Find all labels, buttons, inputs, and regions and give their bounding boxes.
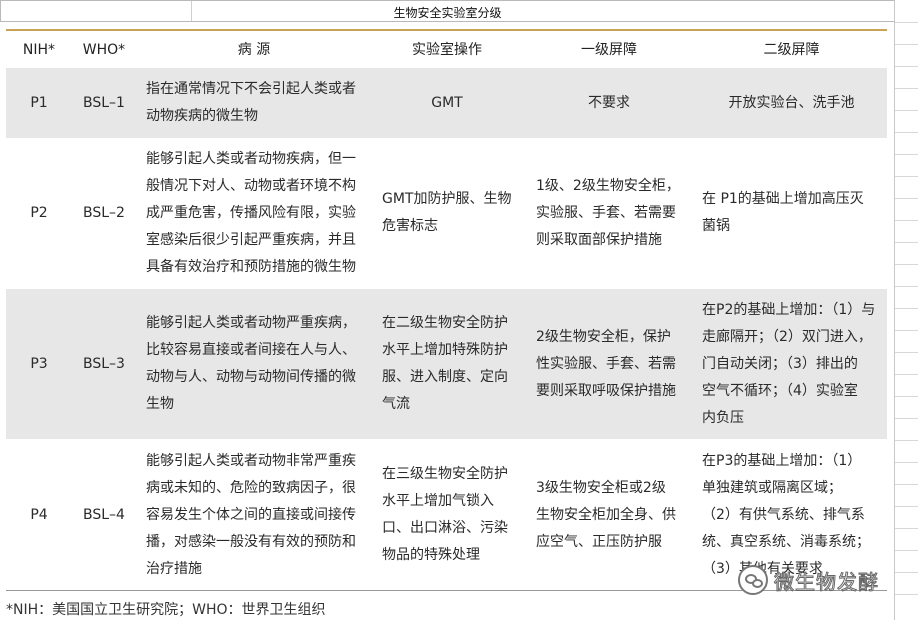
title-bar: 生物安全实验室分级 [0,0,894,22]
grid-line [895,88,918,89]
cell-lab-practice: 在二级生物安全防护 水平上增加特殊防护 服、进入制度、定向 气流 [382,315,508,412]
grid-line [895,242,918,243]
header-secondary-barrier: 二级屏障 [763,41,820,58]
grid-line [895,44,918,45]
grid-line [895,176,918,177]
cell-lab-practice: GMT [431,94,463,111]
cell-lab-practice: GMT加防护服、生物 危害标志 [382,191,512,234]
cell-who: BSL–3 [83,355,125,372]
cell-nih: P2 [30,204,48,221]
header-lab-practice: 实验室操作 [412,41,482,58]
grid-line [895,572,918,573]
table-row: P2 BSL–2 能够引起人类或者动物疾病，但一 般情况下对人、动物或者环境不构… [6,138,887,288]
cell-pathogen: 能够引起人类或者动物严重疾病， 比较容易直接或者间接在人与人、 动物与人、动物与… [146,315,356,412]
cell-primary-barrier: 1级、2级生物安全柜， 实验服、手套、若需要 则采取面部保护措施 [536,177,680,248]
watermark-text: 微生物发酵 [774,569,879,594]
grid-line [895,528,918,529]
table-header-row: NIH* WHO* 病 源 实验室操作 一级屏障 二级屏障 [6,33,887,67]
grid-line [895,550,918,551]
grid-line [895,132,918,133]
footnote: *NIH：美国国立卫生研究院；WHO：世界卫生组织 [6,602,326,618]
cell-who: BSL–4 [83,506,125,523]
header-pathogen: 病 源 [237,41,271,58]
cell-pathogen: 能够引起人类或者动物疾病，但一 般情况下对人、动物或者环境不构 成严重危害，传播… [146,150,356,275]
grid-line [895,264,918,265]
cell-who: BSL–2 [83,204,125,221]
grid-line [895,308,918,309]
header-who: WHO* [82,41,126,58]
grid-line [895,286,918,287]
header-primary-barrier: 一级屏障 [581,41,637,58]
table-row: P1 BSL–1 指在通常情况下不会引起人类或者 动物疾病的微生物 GMT 不要… [6,68,887,138]
grid-line [895,396,918,397]
cell-primary-barrier: 不要求 [588,94,630,111]
grid-line [895,440,918,441]
cell-nih: P1 [30,94,48,111]
spreadsheet-gutter [894,0,918,620]
cell-secondary-barrier: 开放实验台、洗手池 [728,94,855,111]
grid-line [895,110,918,111]
wechat-icon [738,565,768,595]
grid-line [895,220,918,221]
grid-line [895,484,918,485]
cell-primary-barrier: 2级生物安全柜，保护 性实验服、手套、若需 要则采取呼吸保护措施 [536,328,676,399]
grid-line [895,374,918,375]
grid-line [895,330,918,331]
table-row: P3 BSL–3 能够引起人类或者动物严重疾病， 比较容易直接或者间接在人与人、… [6,289,887,439]
grid-line [895,462,918,463]
header-top-rule [6,29,887,31]
grid-line [895,154,918,155]
cell-primary-barrier: 3级生物安全柜或2级 生物安全柜加全身、供 应空气、正压防护服 [536,479,676,550]
grid-line [895,594,918,595]
grid-line [895,352,918,353]
cell-pathogen: 指在通常情况下不会引起人类或者 动物疾病的微生物 [146,81,356,124]
cell-nih: P3 [30,355,48,372]
grid-line [895,66,918,67]
watermark: 微生物发酵 [738,565,879,595]
cell-pathogen: 能够引起人类或者动物非常严重疾 病或未知的、危险的致病因子，很 容易发生个体之间… [146,452,356,577]
cell-lab-practice: 在三级生物安全防护 水平上增加气锁入 口、出口淋浴、污染 物品的特殊处理 [382,466,508,563]
table-caption: 生物安全实验室分级 [393,6,502,20]
cell-secondary-barrier: 在P2的基础上增加：（1）与 走廊隔开；（2）双门进入， 门自动关闭；（3）排出… [702,301,876,426]
grid-line [895,418,918,419]
grid-line [895,198,918,199]
cell-secondary-barrier: 在 P1的基础上增加高压灭 菌锅 [702,191,864,234]
header-nih: NIH* [22,41,56,58]
grid-line [895,22,918,23]
grid-line [895,506,918,507]
cell-who: BSL–1 [83,94,125,111]
cell-nih: P4 [30,506,48,523]
